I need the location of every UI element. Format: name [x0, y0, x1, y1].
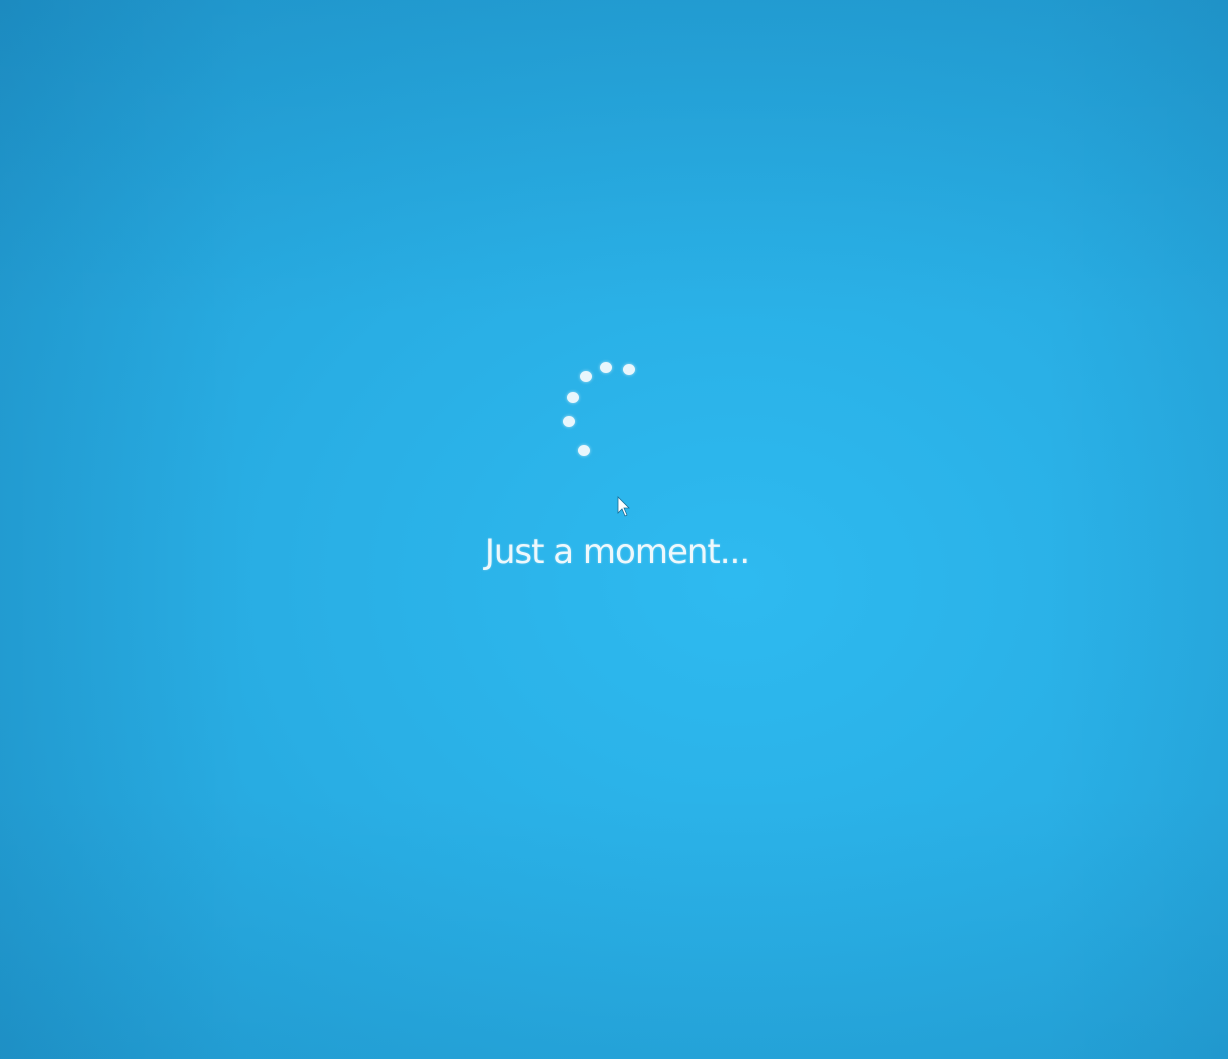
loading-screen	[0, 0, 1228, 1059]
spinner-dot	[623, 364, 635, 375]
spinner-dot	[563, 416, 575, 427]
spinner-dot	[567, 392, 579, 403]
loading-spinner-icon	[558, 358, 648, 462]
spinner-dot	[580, 371, 592, 382]
mouse-pointer-icon	[617, 496, 630, 517]
loading-message: Just a moment...	[484, 532, 750, 572]
spinner-dot	[600, 362, 612, 373]
spinner-dot	[578, 445, 590, 456]
